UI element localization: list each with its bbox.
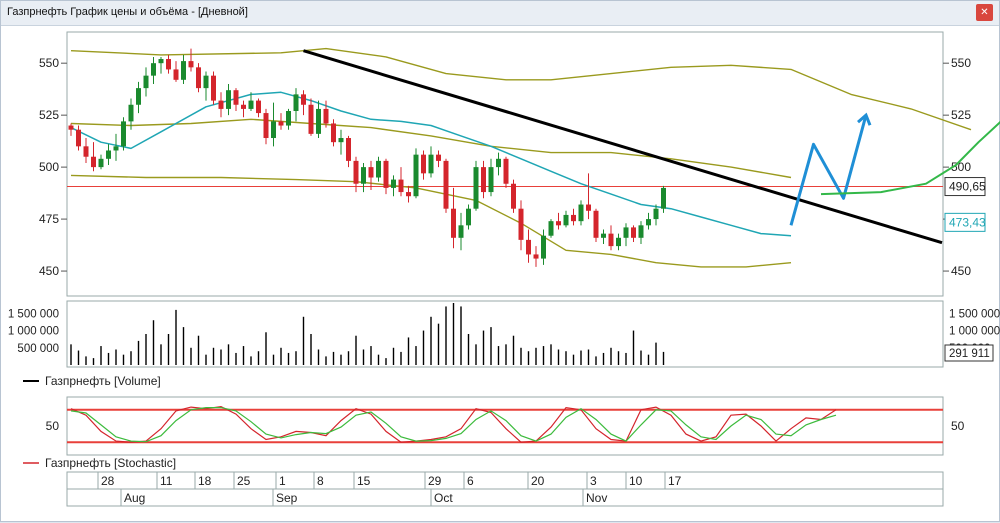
time-day-label: 15 bbox=[357, 474, 371, 488]
close-icon[interactable]: ✕ bbox=[976, 4, 993, 21]
volume-legend: Газпрнефть [Volume] bbox=[45, 374, 161, 388]
time-month-label: Sep bbox=[276, 491, 298, 505]
time-month-label: Aug bbox=[124, 491, 145, 505]
time-day-label: 10 bbox=[629, 474, 643, 488]
candle bbox=[413, 148, 419, 199]
price-panel: 450475500525550 450475500525550 490,6547… bbox=[39, 31, 1000, 297]
stochastic-panel: 50 50 Газпрнефть [Stochastic] bbox=[23, 396, 965, 470]
candle bbox=[593, 208, 599, 242]
current-price-tag: 490,65 bbox=[949, 180, 986, 194]
window-title: Газпрнефть График цены и объёма - [Дневн… bbox=[7, 6, 248, 18]
price-tick-left-label: 525 bbox=[39, 108, 59, 122]
time-day-label: 20 bbox=[531, 474, 545, 488]
price-tick-right-label: 525 bbox=[951, 108, 971, 122]
volume-tick-right-label: 1 500 000 bbox=[949, 308, 1000, 320]
time-day-label: 17 bbox=[668, 474, 682, 488]
time-day-label: 3 bbox=[590, 474, 597, 488]
candle bbox=[548, 219, 554, 238]
volume-tick-left-label: 1 500 000 bbox=[8, 308, 59, 320]
candle bbox=[473, 160, 479, 211]
volume-tick-right-label: 1 000 000 bbox=[949, 326, 1000, 338]
volume-panel: 500 000500 0001 000 0001 000 0001 500 00… bbox=[8, 300, 1000, 388]
stochastic-legend: Газпрнефть [Stochastic] bbox=[45, 456, 176, 470]
chart-area: 450475500525550 450475500525550 490,6547… bbox=[8, 31, 1000, 507]
time-day-label: 18 bbox=[198, 474, 212, 488]
title-bar: Газпрнефть График цены и объёма - [Дневн… bbox=[1, 1, 999, 26]
time-month-label: Oct bbox=[434, 491, 453, 505]
time-day-label: 11 bbox=[160, 474, 173, 488]
volume-tick-left-label: 1 000 000 bbox=[8, 326, 59, 338]
moving-average-tag: 473,43 bbox=[949, 215, 986, 229]
stochastic-panel-frame bbox=[66, 396, 944, 456]
price-tick-right-label: 450 bbox=[951, 264, 971, 278]
time-day-label: 8 bbox=[317, 474, 324, 488]
candle bbox=[196, 63, 201, 93]
time-day-label: 25 bbox=[237, 474, 251, 488]
price-tick-right-label: 550 bbox=[951, 56, 971, 70]
stochastic-tick-right-label: 50 bbox=[951, 419, 965, 433]
volume-tick-left-label: 500 000 bbox=[17, 343, 59, 355]
price-tick-left-label: 550 bbox=[39, 56, 59, 70]
chart-window: Газпрнефть График цены и объёма - [Дневн… bbox=[0, 0, 1000, 522]
time-day-label: 1 bbox=[279, 474, 286, 488]
candle bbox=[503, 156, 509, 188]
stochastic-tick-left-label: 50 bbox=[46, 419, 60, 433]
time-day-label: 28 bbox=[101, 474, 115, 488]
time-month-label: Nov bbox=[586, 491, 607, 505]
volume-last-value-tag: 291 911 bbox=[949, 348, 990, 360]
candle bbox=[121, 117, 126, 151]
time-day-label: 6 bbox=[467, 474, 474, 488]
price-tick-left-label: 475 bbox=[39, 212, 59, 226]
candle bbox=[443, 158, 449, 213]
price-tick-left-label: 450 bbox=[39, 264, 59, 278]
price-tick-left-label: 500 bbox=[39, 160, 59, 174]
time-day-label: 29 bbox=[428, 474, 442, 488]
candle bbox=[211, 71, 216, 105]
time-axis: 28 11 18 25 1 8 15 29 6 20 3 10 17Aug Sep Oct Nov bbox=[66, 471, 944, 507]
candle bbox=[511, 179, 516, 213]
